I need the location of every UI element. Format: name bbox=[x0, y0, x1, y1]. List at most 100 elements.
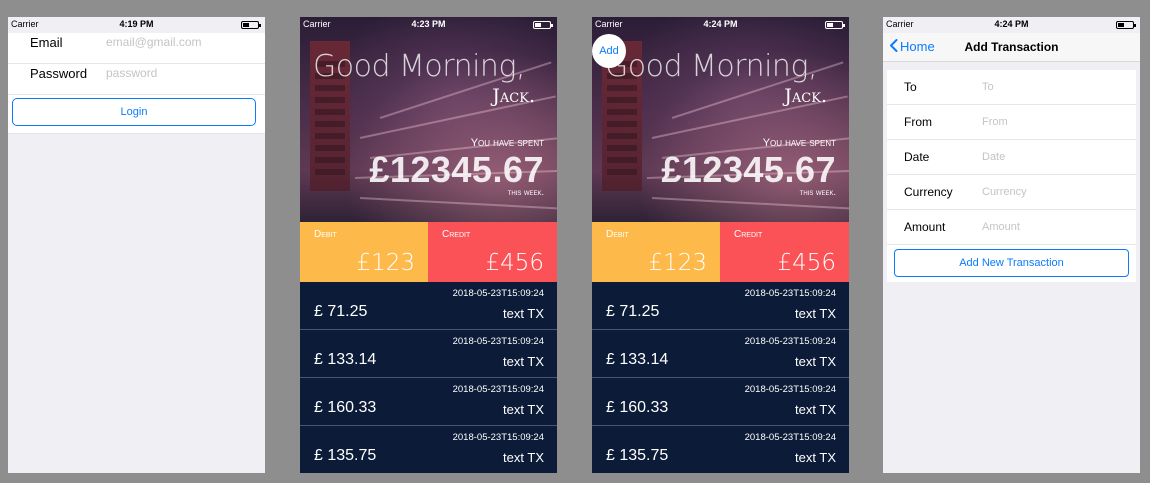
transaction-amount: £ 135.75 bbox=[314, 447, 377, 464]
currency-field[interactable]: Currency bbox=[982, 186, 1027, 198]
transaction-amount: £ 71.25 bbox=[314, 303, 368, 320]
battery-icon bbox=[825, 21, 845, 29]
password-field[interactable]: password bbox=[106, 66, 157, 80]
transaction-date: 2018-05-23T15:09:24 bbox=[452, 336, 544, 347]
transaction-description: text TX bbox=[503, 306, 544, 321]
transaction-description: text TX bbox=[503, 450, 544, 465]
debit-tile: Debit £123 bbox=[300, 222, 428, 282]
transaction-list: 2018-05-23T15:09:24 £ 71.25 text TX 2018… bbox=[592, 282, 849, 473]
status-time: 4:24 PM bbox=[703, 19, 738, 29]
from-row: From From bbox=[887, 105, 1136, 140]
date-row: Date Date bbox=[887, 140, 1136, 175]
transaction-form: To To From From Date Date Currency Curre… bbox=[887, 70, 1136, 245]
dashboard-add-screen: Good Morning, Jack. You have spent £1234… bbox=[592, 17, 849, 473]
credit-label: Credit bbox=[734, 229, 763, 240]
to-field[interactable]: To bbox=[982, 81, 994, 93]
date-label: Date bbox=[904, 150, 930, 164]
period-label: this week. bbox=[799, 187, 836, 197]
password-label: Password bbox=[30, 66, 88, 81]
navigation-bar: Home Add Transaction bbox=[883, 33, 1140, 62]
to-label: To bbox=[904, 80, 917, 94]
transaction-amount: £ 160.33 bbox=[606, 399, 669, 416]
credit-label: Credit bbox=[442, 229, 471, 240]
amount-row: Amount Amount bbox=[887, 210, 1136, 245]
status-time: 4:19 PM bbox=[119, 19, 154, 29]
transaction-description: text TX bbox=[795, 354, 836, 369]
currency-row: Currency Currency bbox=[887, 175, 1136, 210]
transaction-date: 2018-05-23T15:09:24 bbox=[744, 384, 836, 395]
credit-tile: Credit £456 bbox=[428, 222, 557, 282]
transaction-row[interactable]: 2018-05-23T15:09:24 £ 71.25 text TX bbox=[592, 282, 849, 330]
transaction-row[interactable]: 2018-05-23T15:09:24 £ 160.33 text TX bbox=[592, 378, 849, 426]
greeting-text: Good Morning, bbox=[313, 49, 525, 84]
transaction-date: 2018-05-23T15:09:24 bbox=[744, 336, 836, 347]
transaction-amount: £ 133.14 bbox=[606, 351, 669, 368]
hero-image: Good Morning, Jack. You have spent £1234… bbox=[300, 17, 557, 222]
login-screen: Carrier 4:19 PM Email email@gmail.com Pa… bbox=[8, 17, 265, 473]
email-label: Email bbox=[30, 35, 63, 50]
transaction-row[interactable]: 2018-05-23T15:09:24 £ 133.14 text TX bbox=[592, 330, 849, 378]
transaction-row[interactable]: 2018-05-23T15:09:24 £ 133.14 text TX bbox=[300, 330, 557, 378]
transaction-description: text TX bbox=[795, 450, 836, 465]
transaction-date: 2018-05-23T15:09:24 bbox=[744, 432, 836, 443]
from-field[interactable]: From bbox=[982, 116, 1008, 128]
transaction-amount: £ 71.25 bbox=[606, 303, 660, 320]
spent-label: You have spent bbox=[470, 137, 544, 149]
status-time: 4:23 PM bbox=[411, 19, 446, 29]
from-label: From bbox=[904, 115, 932, 129]
add-button[interactable]: Add bbox=[592, 34, 626, 68]
credit-amount: £456 bbox=[777, 250, 836, 276]
battery-icon bbox=[1116, 21, 1136, 29]
debit-amount: £123 bbox=[356, 250, 415, 276]
transaction-description: text TX bbox=[795, 402, 836, 417]
spent-label: You have spent bbox=[762, 137, 836, 149]
transaction-row[interactable]: 2018-05-23T15:09:24 £ 71.25 text TX bbox=[300, 282, 557, 330]
status-bar: Carrier 4:24 PM bbox=[883, 17, 1140, 33]
greeting-text: Good Morning, bbox=[605, 49, 817, 84]
amount-field[interactable]: Amount bbox=[982, 221, 1020, 233]
period-label: this week. bbox=[507, 187, 544, 197]
spent-amount: £12345.67 bbox=[661, 149, 836, 190]
transaction-list: 2018-05-23T15:09:24 £ 71.25 text TX 2018… bbox=[300, 282, 557, 473]
transaction-date: 2018-05-23T15:09:24 bbox=[744, 288, 836, 299]
dashboard-screen: Good Morning, Jack. You have spent £1234… bbox=[300, 17, 557, 473]
transaction-date: 2018-05-23T15:09:24 bbox=[452, 384, 544, 395]
status-time: 4:24 PM bbox=[994, 19, 1029, 29]
status-bar: Carrier 4:24 PM bbox=[592, 17, 849, 33]
battery-icon bbox=[533, 21, 553, 29]
user-name: Jack. bbox=[492, 85, 535, 107]
date-field[interactable]: Date bbox=[982, 151, 1005, 163]
password-row: Password password bbox=[8, 64, 265, 95]
transaction-date: 2018-05-23T15:09:24 bbox=[452, 288, 544, 299]
debit-label: Debit bbox=[314, 229, 337, 240]
transaction-amount: £ 135.75 bbox=[606, 447, 669, 464]
login-button[interactable]: Login bbox=[12, 98, 256, 126]
debit-label: Debit bbox=[606, 229, 629, 240]
amount-label: Amount bbox=[904, 220, 946, 234]
transaction-date: 2018-05-23T15:09:24 bbox=[452, 432, 544, 443]
page-title: Add Transaction bbox=[964, 40, 1059, 54]
user-name: Jack. bbox=[784, 85, 827, 107]
debit-tile: Debit £123 bbox=[592, 222, 720, 282]
debit-amount: £123 bbox=[648, 250, 707, 276]
status-bar: Carrier 4:19 PM bbox=[8, 17, 265, 33]
transaction-amount: £ 160.33 bbox=[314, 399, 377, 416]
transaction-row[interactable]: 2018-05-23T15:09:24 £ 135.75 text TX bbox=[300, 426, 557, 473]
email-field[interactable]: email@gmail.com bbox=[106, 35, 202, 49]
hero-image: Good Morning, Jack. You have spent £1234… bbox=[592, 17, 849, 222]
status-bar: Carrier 4:23 PM bbox=[300, 17, 557, 33]
transaction-row[interactable]: 2018-05-23T15:09:24 £ 135.75 text TX bbox=[592, 426, 849, 473]
add-transaction-screen: Carrier 4:24 PM Home Add Transaction To … bbox=[883, 17, 1140, 473]
transaction-description: text TX bbox=[503, 354, 544, 369]
email-row: Email email@gmail.com bbox=[8, 33, 265, 64]
transaction-amount: £ 133.14 bbox=[314, 351, 377, 368]
transaction-description: text TX bbox=[795, 306, 836, 321]
spent-amount: £12345.67 bbox=[369, 149, 544, 190]
currency-label: Currency bbox=[904, 185, 953, 199]
to-row: To To bbox=[887, 70, 1136, 105]
transaction-row[interactable]: 2018-05-23T15:09:24 £ 160.33 text TX bbox=[300, 378, 557, 426]
add-transaction-button[interactable]: Add New Transaction bbox=[894, 249, 1129, 277]
credit-tile: Credit £456 bbox=[720, 222, 849, 282]
battery-icon bbox=[241, 21, 261, 29]
transaction-description: text TX bbox=[503, 402, 544, 417]
